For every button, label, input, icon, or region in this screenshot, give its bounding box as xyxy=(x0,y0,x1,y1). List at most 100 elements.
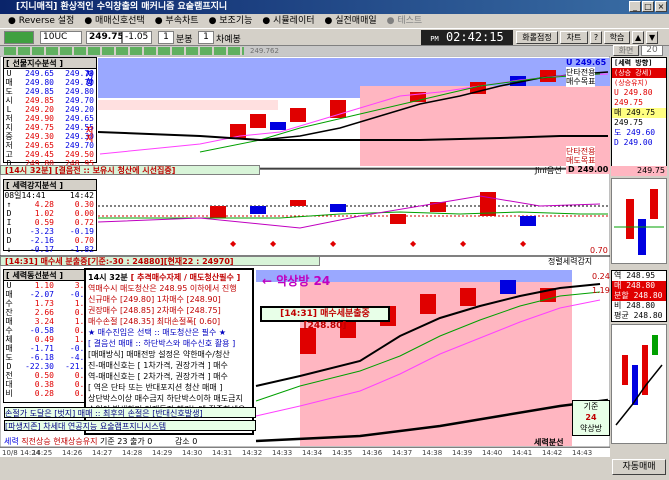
direction-row: U 249.80 xyxy=(614,88,653,97)
row-value-a: 0.38 xyxy=(34,380,54,389)
row-label: ↓ xyxy=(6,245,12,254)
force-value-label: 0.70 xyxy=(590,246,608,255)
table-row: D -22.30 -21.10 xyxy=(4,362,96,371)
row-label: L xyxy=(6,105,12,114)
row-value-a: -2.07 xyxy=(29,290,54,299)
window-title-bar: [지니매직] 환상적인 수익창출의 매커니즘 요술램프지니 xyxy=(0,0,669,14)
change-field: -1.05 xyxy=(122,31,152,44)
row-label: U xyxy=(6,281,12,290)
row-value-a: 0.28 xyxy=(34,389,54,398)
mini-chart-1 xyxy=(611,178,667,264)
row-value-a: -2.16 xyxy=(29,236,54,245)
row-label: 수 xyxy=(5,326,13,335)
down-arrow-icon[interactable]: ▼ xyxy=(646,31,658,44)
chart-button[interactable]: 차트 xyxy=(560,31,588,44)
menu-item-6[interactable]: ● 테스트 xyxy=(387,14,423,28)
table-row: 매3.241.21 xyxy=(4,317,96,326)
row-value-a: 0.50 xyxy=(34,371,54,380)
d-value-label: D 249.00 xyxy=(566,165,611,174)
row-label: ↑ xyxy=(6,200,12,209)
position-row: 매 248.80 xyxy=(612,281,666,291)
row-value-a: 249.90 xyxy=(25,114,54,123)
signal-marker: ◆ xyxy=(410,239,417,248)
candle xyxy=(330,100,346,118)
note-line: 진-매매신호는 [ 1차가격, 권장가격 ] 매수 xyxy=(88,361,228,370)
signal-marker: ◆ xyxy=(460,239,467,248)
row-label: U xyxy=(6,69,12,78)
row-value-a: 3.24 xyxy=(34,317,54,326)
screen-button[interactable]: 화면 xyxy=(613,45,639,56)
row-value-a: 249.85 xyxy=(25,87,54,96)
study-button[interactable]: 학습 xyxy=(604,31,630,44)
table-row: D -2.16 0.70 xyxy=(4,236,96,245)
table-row: U1.103.05 xyxy=(4,281,96,290)
row-value-a: -1.71 xyxy=(29,344,54,353)
count-num[interactable]: 1 xyxy=(198,31,214,44)
row-label: D xyxy=(6,236,12,245)
menu-item-4[interactable]: ● 시뮬레이터 xyxy=(262,14,314,28)
system-note: [파생지존] 차세대 연공지능 요술램프지니시스템 xyxy=(4,420,256,431)
row-label: I xyxy=(6,218,12,227)
note-line: 매수손절 [248.35] 최대손절폭[ 0.60] xyxy=(88,317,221,326)
window-controls: _ □ × xyxy=(629,1,667,12)
candle xyxy=(500,280,516,294)
panel-title: [ 선물지수분석 ] xyxy=(4,58,96,69)
table-row: 전0.500.64 xyxy=(4,371,96,380)
table-row: ↓ -0.17 -1.82 xyxy=(4,245,96,254)
row-label: 매 xyxy=(5,317,13,326)
row-value-b: 0.30 xyxy=(74,200,94,209)
row-value-a: 249.65 xyxy=(25,69,54,78)
table-row: 중 249.30 249.30 xyxy=(4,132,96,141)
direction-row: 249.75 xyxy=(614,98,643,107)
period-num[interactable]: 1 xyxy=(158,31,174,44)
row-label: 체 xyxy=(5,335,13,344)
row-value-b: 0.70 xyxy=(74,236,94,245)
rotate-button[interactable]: 화롤점정 xyxy=(516,31,558,44)
note-line: 역매수시 매도청산은 248.95 이하에서 진행 xyxy=(88,284,237,293)
row-label: D xyxy=(6,362,12,371)
row-value-a: 249.75 xyxy=(25,123,54,132)
help-icon[interactable]: ? xyxy=(590,31,602,44)
minimize-button[interactable]: _ xyxy=(629,1,641,12)
candle xyxy=(270,122,286,130)
notes-headline: [ 추격매수자제 / 매도청산필수 ] xyxy=(130,273,241,282)
row-value-b: 0.72 xyxy=(74,218,94,227)
signal-marker: ◆ xyxy=(520,239,527,248)
auto-trade-button[interactable]: 자동매매 xyxy=(612,459,666,475)
row-value-a: 4.28 xyxy=(34,200,54,209)
row-value-b: 249.65 xyxy=(65,114,94,123)
row-value-b: 249.20 xyxy=(65,105,94,114)
maximize-button[interactable]: □ xyxy=(642,1,654,12)
menu-item-5[interactable]: ● 실전매매일 xyxy=(325,14,377,28)
row-value-a: 2.66 xyxy=(34,308,54,317)
up-arrow-icon[interactable]: ▲ xyxy=(632,31,644,44)
row-label: 도 xyxy=(5,87,13,96)
menu-item-3[interactable]: ● 보조기능 xyxy=(209,14,253,28)
direction-row: D 249.00 xyxy=(614,138,653,147)
menu-item-2[interactable]: ● 부속차트 xyxy=(155,14,199,28)
row-label: 잔 xyxy=(5,308,13,317)
color-swatch[interactable] xyxy=(4,31,34,44)
candle xyxy=(250,206,266,214)
row-value-a: 249.30 xyxy=(25,132,54,141)
row-label: 대 xyxy=(5,380,13,389)
row-label: 전 xyxy=(5,371,13,380)
row-label: 고 xyxy=(5,150,13,159)
candle xyxy=(390,214,406,224)
signal-marker: ◆ xyxy=(270,239,277,248)
row-label: U xyxy=(6,227,12,236)
table-row: 비0.280.28 xyxy=(4,389,96,398)
screen-number[interactable]: 20 xyxy=(641,45,663,56)
row-value-b: 249.70 xyxy=(65,141,94,150)
futures-index-panel: [ 선물지수분석 ] U 249.65 249.70 매 249.80 249.70 도 24… xyxy=(3,57,97,177)
row-value-a: 1.02 xyxy=(34,209,54,218)
note-line: 권장매수 [248.85] 2차매수 [248.75] xyxy=(88,306,221,315)
close-button[interactable]: × xyxy=(655,1,667,12)
menu-item-0[interactable]: ● Reverse 설정 xyxy=(8,14,74,28)
row-value-a: -22.30 xyxy=(25,362,54,371)
subbar-value: 249.762 xyxy=(250,47,279,55)
row-value-a: 1.10 xyxy=(34,281,54,290)
menu-item-1[interactable]: ● 매매신호선택 xyxy=(84,14,144,28)
resistance-label: 저항 xyxy=(85,70,94,86)
code-select[interactable]: 10UC xyxy=(40,31,82,44)
